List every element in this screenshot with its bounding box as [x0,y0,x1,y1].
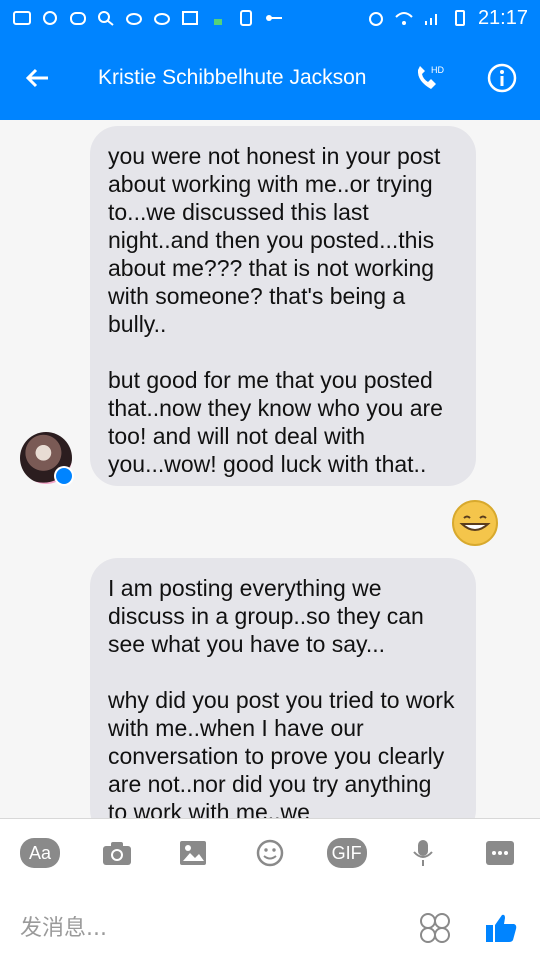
weibo-icon-3 [152,9,172,27]
signal-icon [422,9,442,27]
sticker-icon [420,913,450,943]
message-bubble: you were not honest in your post about w… [90,126,476,486]
camera-icon [102,842,131,865]
svg-text:HD: HD [431,65,444,75]
header-actions: HD [408,58,522,98]
more-icon [485,841,514,865]
like-button[interactable] [482,909,520,947]
emoji-icon [256,839,284,867]
chat-header: Kristie Schibbelhute Jackson HD [0,36,540,120]
message-input[interactable] [20,915,380,941]
input-row [0,903,540,953]
more-button[interactable] [480,837,520,869]
cat-icon [68,9,88,27]
composer-tools: Aa GIF [0,837,540,877]
messenger-badge-icon [54,466,74,486]
image-icon [180,841,207,865]
weibo-icon-2 [124,9,144,27]
message-text: I am posting everything we discuss in a … [108,575,455,818]
hd-call-button[interactable]: HD [408,58,448,98]
message-bubble: I am posting everything we discuss in a … [90,558,476,818]
battery-icon [450,9,470,27]
microphone-icon [413,840,434,866]
status-left [12,9,284,27]
sticker-button[interactable] [416,909,454,947]
emoji-button[interactable] [250,837,290,869]
notification-icon [12,9,32,27]
info-button[interactable] [482,58,522,98]
wifi-icon [394,9,414,27]
search-icon [96,9,116,27]
gif-label: GIF [326,838,367,868]
text-format-button[interactable]: Aa [20,837,60,869]
alarm-icon [366,9,386,27]
back-button[interactable] [18,58,58,98]
aa-label: Aa [20,838,60,868]
phone-icon [236,9,256,27]
status-right: 21:17 [366,7,528,30]
message-list: you were not honest in your post about w… [0,120,540,818]
microphone-button[interactable] [403,837,443,869]
phone-hd-icon: HD [417,65,444,89]
weibo-icon [40,9,60,27]
back-arrow-icon [25,68,48,88]
composer: Aa GIF [0,818,540,960]
camera-button[interactable] [97,837,137,869]
status-bar: 21:17 [0,0,540,36]
download-icon [208,9,228,27]
status-time: 21:17 [477,6,528,29]
info-icon [487,63,517,93]
gallery-icon [180,9,200,27]
key-icon [264,9,284,27]
thumbs-up-icon [486,914,517,942]
image-button[interactable] [173,837,213,869]
grinning-emoji-icon [452,500,498,546]
message-text: you were not honest in your post about w… [108,143,443,477]
conversation-title: Kristie Schibbelhute Jackson [98,66,367,89]
gif-button[interactable]: GIF [326,837,367,869]
